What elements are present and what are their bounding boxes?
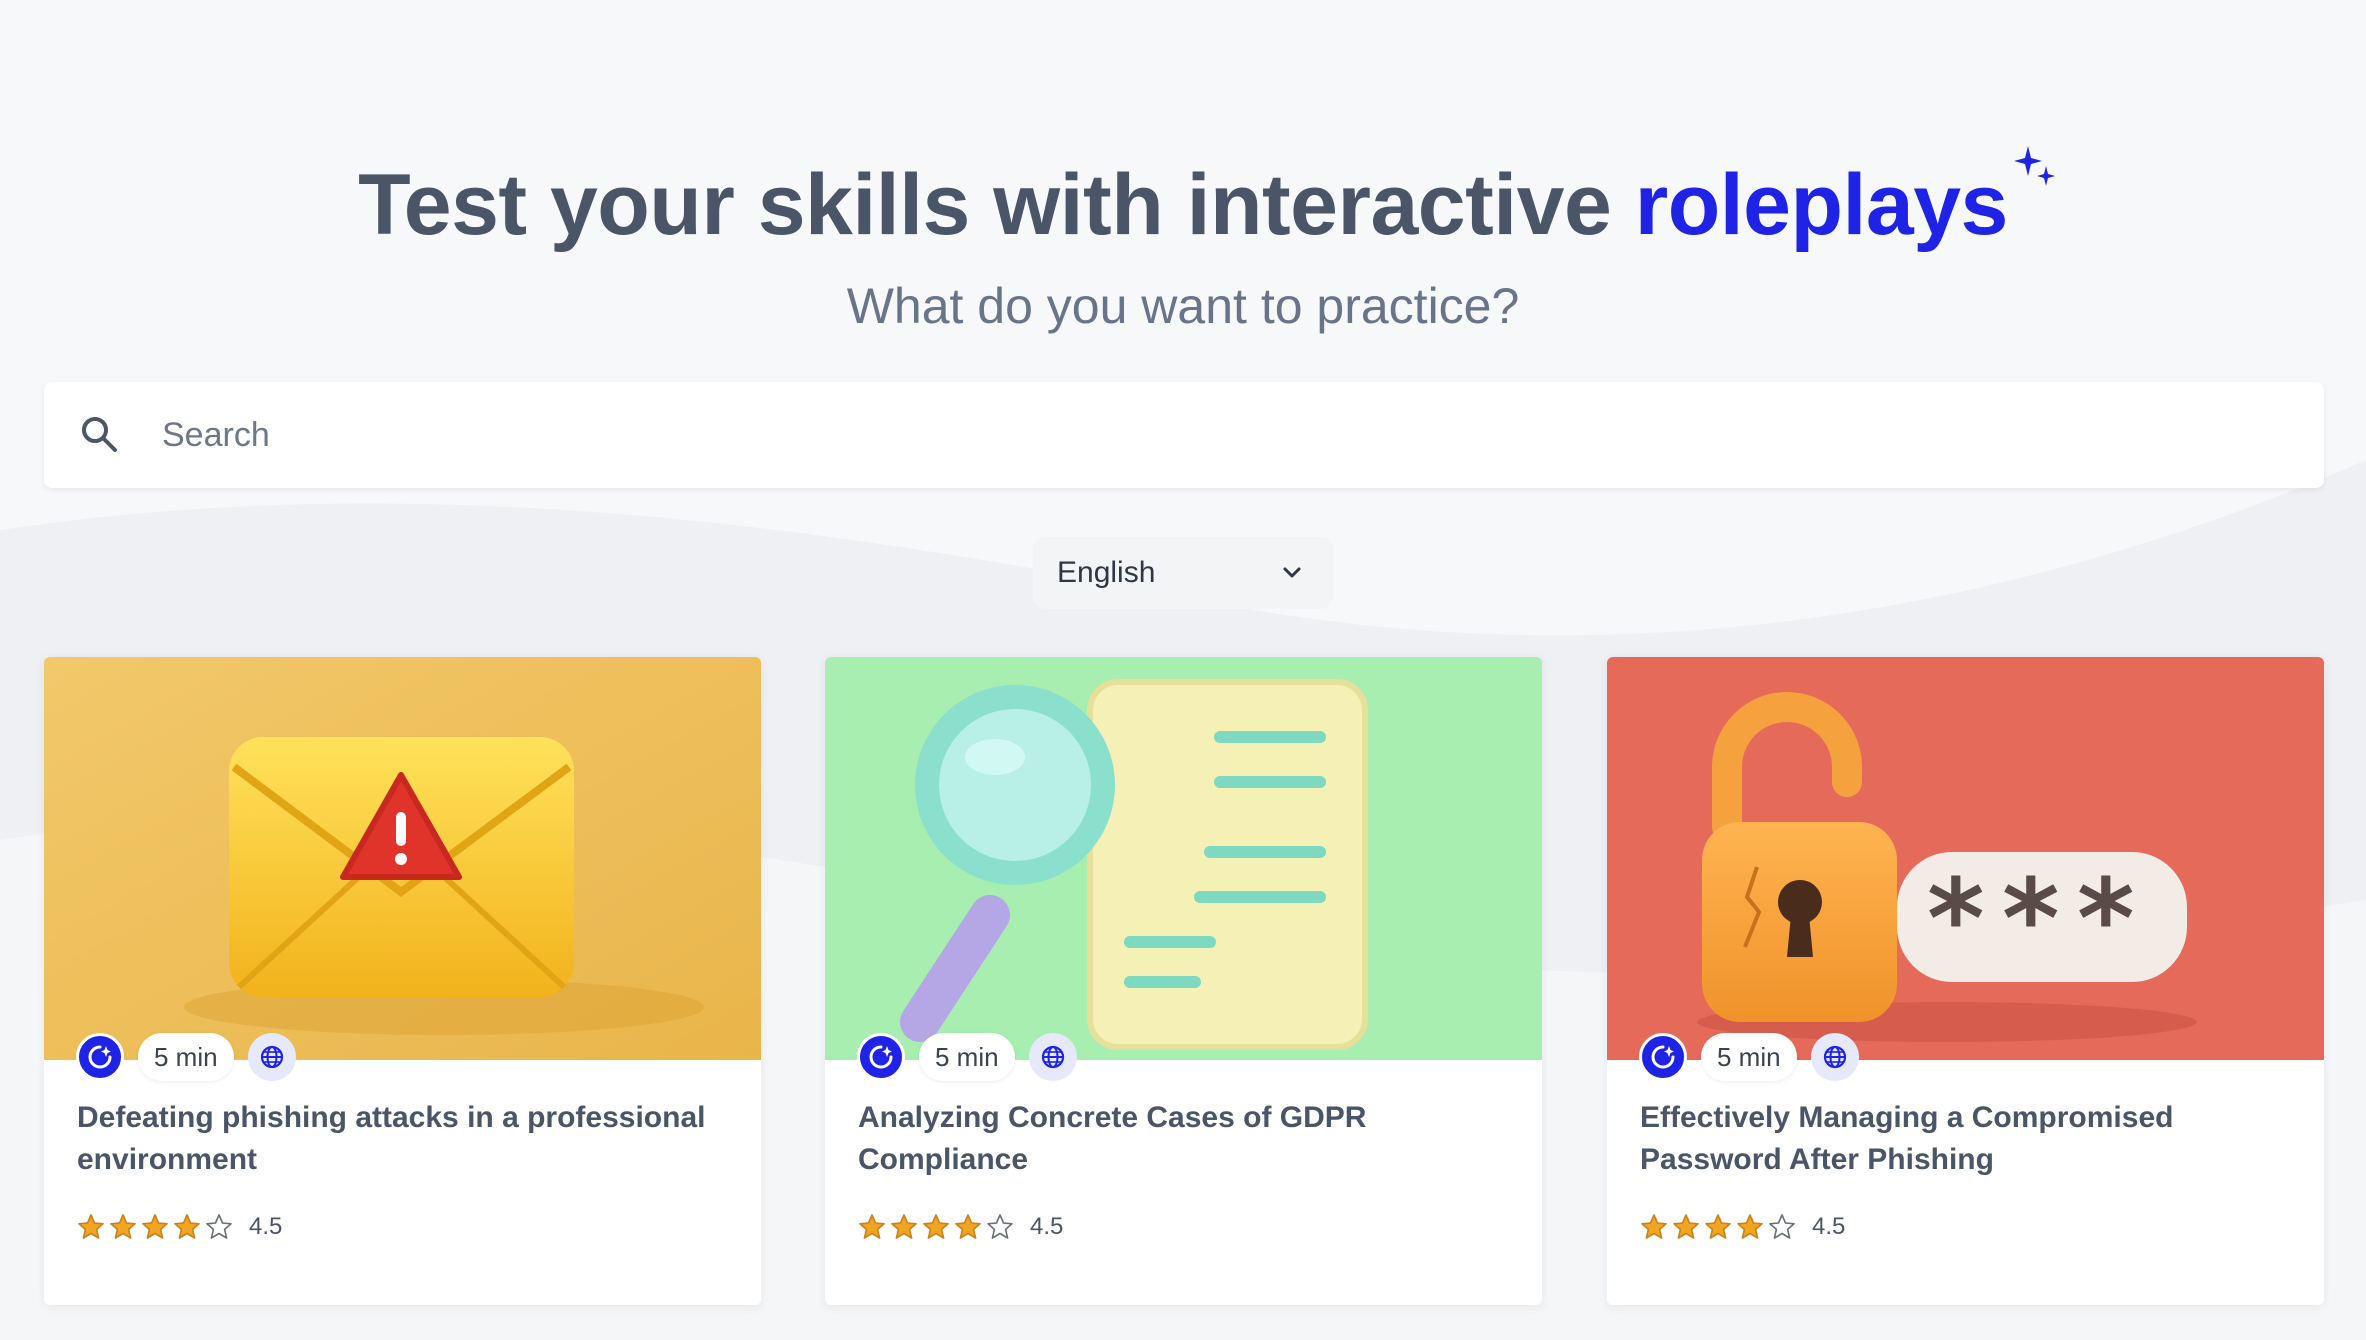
- card-thumbnail-password: * * *: [1607, 657, 2324, 1060]
- hero: Test your skills with interactive rolepl…: [0, 146, 2366, 336]
- rating-value: 4.5: [1030, 1213, 1064, 1240]
- page-subtitle: What do you want to practice?: [846, 278, 1520, 334]
- title-main-text: Test your skills with interactive: [358, 157, 1635, 253]
- roleplay-card[interactable]: 5 min Analyzing Concrete Cases of GDPR C…: [825, 657, 1542, 1305]
- page-title: Test your skills with interactive rolepl…: [358, 146, 2055, 260]
- star-filled-icon: [891, 1214, 917, 1239]
- language-badge: [1810, 1033, 1859, 1081]
- sparkles-icon: [2013, 146, 2055, 186]
- ai-roleplay-badge: [1639, 1033, 1687, 1081]
- ai-sparkle-icon: [88, 1045, 112, 1069]
- card-title[interactable]: Analyzing Concrete Cases of GDPR Complia…: [858, 1097, 1518, 1181]
- padlock-password-illustration: * * *: [1607, 657, 2324, 1060]
- globe-icon: [1823, 1045, 1846, 1069]
- rating-value: 4.5: [1812, 1213, 1846, 1240]
- rating-value: 4.5: [249, 1213, 283, 1240]
- language-select-value: English: [1057, 556, 1156, 589]
- star-rating: [77, 1213, 233, 1241]
- globe-icon: [260, 1045, 283, 1069]
- globe-icon: [1041, 1045, 1064, 1069]
- ai-roleplay-badge: [857, 1033, 905, 1081]
- search-bar: [44, 382, 2324, 488]
- star-filled-icon: [859, 1214, 885, 1239]
- language-badge: [1028, 1033, 1077, 1081]
- duration-badge: 5 min: [138, 1033, 234, 1081]
- star-filled-icon: [110, 1214, 136, 1239]
- magnifier-document-illustration: [825, 657, 1542, 1060]
- card-rating: 4.5: [858, 1213, 1063, 1241]
- star-rating: [1640, 1213, 1796, 1241]
- card-thumbnail-phishing: [44, 657, 761, 1060]
- language-select[interactable]: English: [1033, 537, 1333, 609]
- roleplay-card[interactable]: * * * 5 min Effectively Managing a Compr…: [1607, 657, 2324, 1305]
- envelope-warning-illustration: [44, 657, 761, 1060]
- card-title[interactable]: Effectively Managing a Compromised Passw…: [1640, 1097, 2300, 1181]
- star-filled-icon: [1705, 1214, 1731, 1239]
- star-filled-icon: [142, 1214, 168, 1239]
- star-filled-icon: [923, 1214, 949, 1239]
- chevron-down-icon: [1283, 567, 1301, 578]
- duration-badge: 5 min: [919, 1033, 1015, 1081]
- star-filled-icon: [78, 1214, 104, 1239]
- card-rating: 4.5: [1640, 1213, 1845, 1241]
- search-icon: [82, 417, 117, 452]
- search-input[interactable]: [162, 415, 2262, 455]
- roleplay-card[interactable]: 5 min Defeating phishing attacks in a pr…: [44, 657, 761, 1305]
- card-thumbnail-gdpr: [825, 657, 1542, 1060]
- duration-badge: 5 min: [1701, 1033, 1797, 1081]
- language-badge: [247, 1033, 296, 1081]
- star-outline-icon: [206, 1214, 232, 1239]
- svg-text:*: *: [1927, 855, 1985, 983]
- svg-text:*: *: [2077, 855, 2135, 983]
- star-outline-icon: [987, 1214, 1013, 1239]
- star-filled-icon: [955, 1214, 981, 1239]
- card-badges: 5 min: [76, 1033, 296, 1081]
- card-rating: 4.5: [77, 1213, 282, 1241]
- star-filled-icon: [174, 1214, 200, 1239]
- ai-sparkle-icon: [869, 1045, 893, 1069]
- roleplay-card-grid: 5 min Defeating phishing attacks in a pr…: [44, 657, 2324, 1307]
- star-filled-icon: [1641, 1214, 1667, 1239]
- card-title[interactable]: Defeating phishing attacks in a professi…: [77, 1097, 737, 1181]
- svg-text:*: *: [2002, 855, 2060, 983]
- star-filled-icon: [1737, 1214, 1763, 1239]
- ai-roleplay-badge: [76, 1033, 124, 1081]
- star-outline-icon: [1769, 1214, 1795, 1239]
- star-rating: [858, 1213, 1014, 1241]
- card-badges: 5 min: [857, 1033, 1077, 1081]
- ai-sparkle-icon: [1651, 1045, 1675, 1069]
- title-accent-text: roleplays: [1634, 157, 2009, 253]
- star-filled-icon: [1673, 1214, 1699, 1239]
- card-badges: 5 min: [1639, 1033, 1859, 1081]
